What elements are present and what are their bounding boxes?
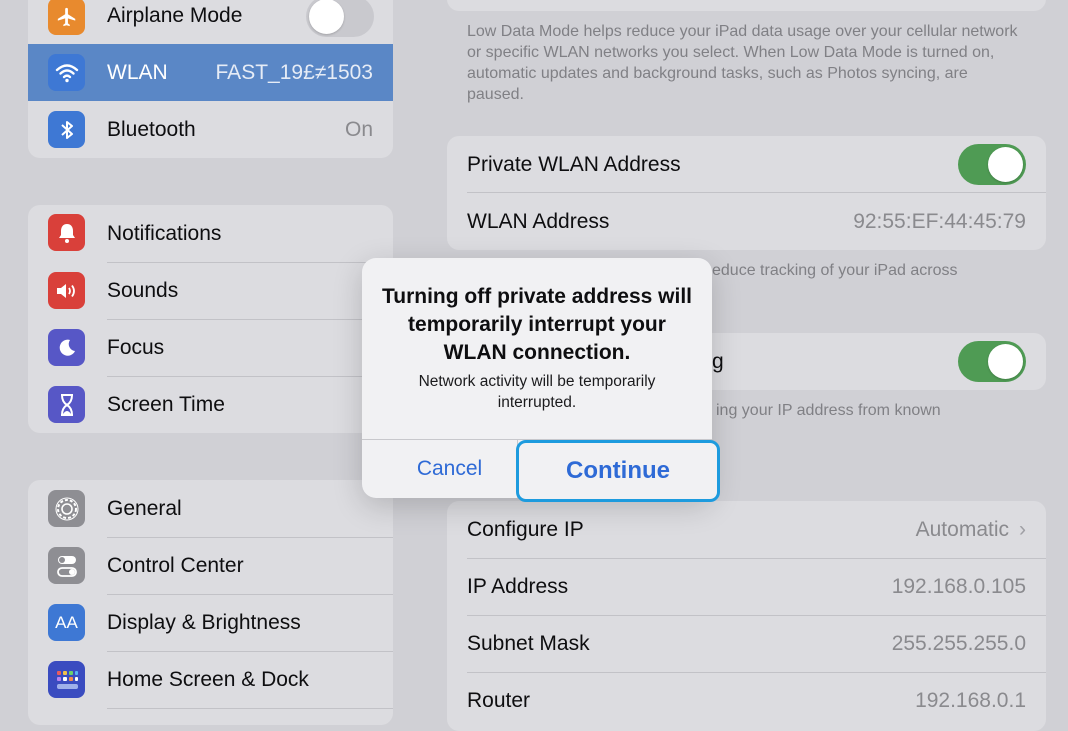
sidebar-item-label: Focus <box>107 336 165 359</box>
sidebar-item-sounds[interactable]: Sounds <box>28 262 393 319</box>
configure-ip-label: Configure IP <box>467 518 584 541</box>
sidebar-item-home-screen-dock[interactable]: Home Screen & Dock <box>28 651 393 708</box>
sidebar-item-label: Control Center <box>107 554 244 577</box>
text-size-icon: AA <box>48 604 85 641</box>
subnet-mask-value: 255.255.255.0 <box>891 632 1026 655</box>
configure-ip-mode: Automatic <box>915 518 1009 541</box>
subnet-mask-label: Subnet Mask <box>467 632 590 655</box>
low-data-group <box>447 0 1046 11</box>
sidebar-item-notifications[interactable]: Notifications <box>28 205 393 262</box>
bluetooth-icon <box>48 111 85 148</box>
cancel-button[interactable]: Cancel <box>362 440 537 498</box>
router-value: 192.168.0.1 <box>915 689 1026 712</box>
private-address-toggle[interactable] <box>958 144 1026 185</box>
sidebar-item-label: Airplane Mode <box>107 4 243 27</box>
moon-icon <box>48 329 85 366</box>
sidebar-item-label: General <box>107 497 182 520</box>
wlan-address-value: 92:55:EF:44:45:79 <box>853 210 1026 233</box>
private-address-group: Private WLAN Address WLAN Address 92:55:… <box>447 136 1046 250</box>
grid-icon <box>48 661 85 698</box>
private-address-label: Private WLAN Address <box>467 153 681 176</box>
ip-address-label: IP Address <box>467 575 569 598</box>
toggle-knob <box>988 344 1023 379</box>
divider <box>107 708 393 709</box>
sidebar-item-label: Display & Brightness <box>107 611 301 634</box>
wlan-network-name: FAST_19£≠1503 <box>215 61 373 84</box>
router-label: Router <box>467 689 531 712</box>
sidebar-item-general[interactable]: General <box>28 480 393 537</box>
hourglass-icon <box>48 386 85 423</box>
alert-title: Turning off private address will tempora… <box>382 285 692 364</box>
ip-group: Configure IP Automatic › IP Address 192.1… <box>447 501 1046 731</box>
limit-tracking-toggle[interactable] <box>958 341 1026 382</box>
continue-button[interactable]: Continue <box>516 440 720 502</box>
low-data-footnote: Low Data Mode helps reduce your iPad dat… <box>467 23 1018 103</box>
sidebar-group-connectivity: Airplane Mode WLAN FAST_19£≠1503 Bluetoo <box>28 0 393 158</box>
divider <box>467 558 1046 559</box>
divider <box>467 192 1046 193</box>
toggle-knob <box>988 147 1023 182</box>
alert-message: Network activity will be temporarily int… <box>418 373 656 411</box>
sidebar-item-wlan[interactable]: WLAN FAST_19£≠1503 <box>28 44 393 101</box>
sidebar-item-bluetooth[interactable]: Bluetooth On <box>28 101 393 158</box>
wlan-address-label: WLAN Address <box>467 210 610 233</box>
sidebar-item-label: Screen Time <box>107 393 225 416</box>
sidebar-item-screen-time[interactable]: Screen Time <box>28 376 393 433</box>
sidebar-item-label: Bluetooth <box>107 118 196 141</box>
limit-tracking-label: g <box>712 350 724 373</box>
sidebar-item-focus[interactable]: Focus <box>28 319 393 376</box>
airplane-icon <box>48 0 85 35</box>
gear-icon <box>48 490 85 527</box>
text-size-icon-glyph: AA <box>55 612 78 632</box>
switches-icon <box>48 547 85 584</box>
private-address-footnote: educe tracking of your iPad across <box>712 262 958 279</box>
limit-tracking-footnote: ing your IP address from known <box>716 402 941 419</box>
sidebar-item-control-center[interactable]: Control Center <box>28 537 393 594</box>
bell-icon <box>48 214 85 251</box>
ip-address-value: 192.168.0.105 <box>891 575 1026 598</box>
divider <box>467 615 1046 616</box>
sidebar-group-general: General Control Center AA Display & Brig… <box>28 480 393 725</box>
bluetooth-status: On <box>344 118 373 141</box>
airplane-mode-toggle[interactable] <box>306 0 374 37</box>
chevron-right-icon: › <box>1019 518 1026 541</box>
configure-ip-value: Automatic › <box>916 518 1026 542</box>
speaker-icon <box>48 272 85 309</box>
sidebar-item-label: Home Screen & Dock <box>107 668 309 691</box>
sidebar-item-display-brightness[interactable]: AA Display & Brightness <box>28 594 393 651</box>
sidebar-item-label: WLAN <box>107 61 168 84</box>
wifi-icon <box>48 54 85 91</box>
divider <box>467 672 1046 673</box>
sidebar-item-label: Sounds <box>107 279 179 302</box>
configure-ip-row[interactable]: Configure IP Automatic › <box>447 501 1046 558</box>
toggle-knob <box>309 0 344 34</box>
sidebar-item-airplane-mode[interactable]: Airplane Mode <box>28 0 393 45</box>
sidebar-item-label: Notifications <box>107 222 222 245</box>
sidebar-group-notifications: Notifications Sounds Focus Screen Time <box>28 205 393 433</box>
